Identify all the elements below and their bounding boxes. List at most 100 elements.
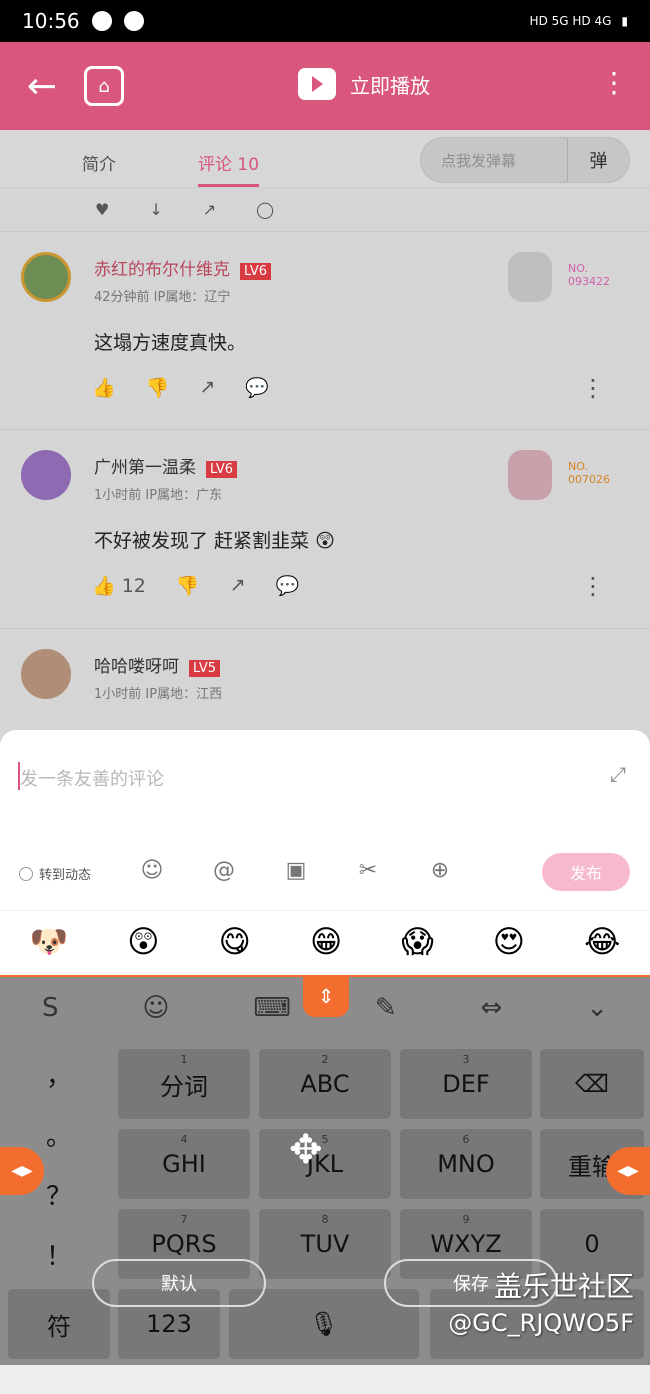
clock: 10:56 [22, 9, 80, 33]
danmaku-placeholder: 点我发弹幕 [441, 151, 517, 170]
symbol-key[interactable]: 符 [8, 1289, 110, 1359]
mention-icon[interactable]: @ [208, 854, 240, 886]
comment-actions: 👍 👎 ↗ 💬 [92, 376, 269, 399]
back-icon[interactable]: ← [0, 66, 84, 107]
dislike-icon[interactable]: 👎 [146, 376, 170, 399]
key-number: 6 [462, 1133, 470, 1146]
sticker-icon[interactable]: ✂ [352, 854, 384, 886]
dislike-icon[interactable]: 👎 [176, 574, 200, 597]
home-icon[interactable]: ⌂ [84, 66, 124, 106]
reply-icon[interactable]: 💬 [245, 376, 269, 399]
key-2[interactable]: 2 ABC [259, 1049, 391, 1119]
image-icon[interactable]: ▣ [280, 854, 312, 886]
tabs: 简介 评论 10 点我发弹幕 弹 [0, 130, 650, 188]
comment-user-name[interactable]: 哈哈喽呀呵 LV5 [94, 652, 220, 677]
comment-actions: 👍 12 👎 ↗ 💬 [92, 574, 299, 597]
share-icon[interactable]: ↗ [199, 376, 215, 399]
keyboard-logo-icon[interactable]: S [42, 993, 59, 1023]
play-now[interactable]: 立即播放 [298, 68, 430, 100]
key-label: PQRS [151, 1230, 217, 1258]
network-signals: HD 5G HD 4G [529, 14, 612, 28]
avatar[interactable] [21, 450, 71, 500]
share-icon[interactable]: ↗ [203, 200, 216, 219]
keyboard-resize-handle[interactable]: ⇕ [303, 975, 349, 1017]
number-value: 007026 [568, 473, 610, 486]
default-button[interactable]: 默认 [92, 1259, 266, 1307]
watermark: 盖乐世社区 @GC_RJQWO5F [448, 1265, 634, 1337]
radio-icon [19, 867, 33, 881]
battery-icon: ▮ [621, 14, 628, 28]
tab-comments[interactable]: 评论 10 [198, 150, 260, 187]
app-bar: ← ⌂ 立即播放 ⋮ [0, 42, 650, 130]
watermark-title: 盖乐世社区 [493, 1270, 634, 1303]
key-number: 1 [180, 1053, 188, 1066]
number-value: 093422 [568, 275, 610, 288]
key-number: 3 [462, 1053, 470, 1066]
like-count: 12 [121, 575, 146, 597]
avatar[interactable] [21, 252, 71, 302]
emoji-item[interactable]: 😱 [401, 924, 433, 960]
handwriting-icon[interactable]: ✎ [375, 993, 397, 1023]
more-menu-icon[interactable]: ⋮ [600, 66, 628, 99]
key-label: ABC [300, 1070, 350, 1098]
cursor-move-icon[interactable]: ⇔ [481, 993, 503, 1023]
danmaku-input[interactable]: 点我发弹幕 弹 [420, 137, 630, 183]
level-badge: LV6 [240, 263, 271, 280]
emoji-item[interactable]: 😋 [219, 924, 251, 960]
publish-button[interactable]: 发布 [542, 853, 630, 891]
emoji-item[interactable]: 😂 [584, 924, 620, 960]
key-label: GHI [162, 1150, 206, 1178]
key-3[interactable]: 3 DEF [400, 1049, 532, 1119]
emoji-item[interactable]: 😍 [493, 924, 525, 960]
comment-user-name[interactable]: 广州第一温柔 LV6 [94, 453, 237, 478]
play-now-label: 立即播放 [350, 73, 430, 98]
comment-more-icon[interactable]: ⋮ [581, 572, 605, 600]
like-icon[interactable]: ♥ [95, 200, 109, 219]
key-number: 5 [321, 1133, 329, 1146]
reply-icon[interactable]: ◯ [256, 200, 274, 219]
key-number: 2 [321, 1053, 329, 1066]
avatar[interactable] [21, 649, 71, 699]
keyboard-icon[interactable]: ⌨ [253, 993, 291, 1023]
user-name-text: 广州第一温柔 [94, 458, 196, 478]
key-5[interactable]: 5 JKL [259, 1129, 391, 1199]
tab-intro[interactable]: 简介 [82, 150, 116, 175]
reply-icon[interactable]: 💬 [275, 574, 299, 597]
emoji-item[interactable]: 😲 [127, 924, 159, 960]
user-badge-image [508, 450, 552, 500]
comment-card: 赤红的布尔什维克 LV6 42分钟前 IP属地：辽宁 NO. 093422 这塌方速… [0, 232, 650, 430]
level-badge: LV5 [189, 660, 220, 677]
danmaku-button[interactable]: 弹 [567, 138, 629, 182]
move-right-handle[interactable]: ◀▶ [606, 1147, 650, 1195]
key-label: DEF [442, 1070, 490, 1098]
key-1[interactable]: 1 分词 [118, 1049, 250, 1119]
key-6[interactable]: 6 MNO [400, 1129, 532, 1199]
emoji-item[interactable]: 🐶 [30, 923, 69, 960]
like-icon[interactable]: 👍 [92, 376, 116, 399]
number-label: NO. [568, 262, 588, 275]
system-bottom-bar [0, 1365, 650, 1394]
comment-text: 不好被发现了 赶紧割韭菜 😲 [94, 530, 335, 552]
key-number: 4 [180, 1133, 188, 1146]
repost-option[interactable]: 转到动态 [19, 864, 91, 883]
like-icon[interactable]: 👍 12 [92, 574, 146, 597]
emoji-item[interactable]: 😁 [310, 924, 342, 960]
dislike-icon[interactable]: ↓ [149, 200, 162, 219]
key-number: 7 [180, 1213, 188, 1226]
repost-label: 转到动态 [39, 868, 92, 883]
share-icon[interactable]: ↗ [230, 574, 246, 597]
add-icon[interactable]: ⊕ [424, 854, 456, 886]
comment-input[interactable]: 发一条友善的评论 [20, 765, 164, 791]
key-8[interactable]: 8 TUV [259, 1209, 391, 1279]
comment-more-icon[interactable]: ⋮ [581, 374, 605, 402]
comment-user-name[interactable]: 赤红的布尔什维克 LV6 [94, 255, 271, 280]
backspace-key[interactable]: ⌫ [540, 1049, 644, 1119]
emoji-icon[interactable]: ☺ [136, 854, 168, 886]
user-badge-image [508, 252, 552, 302]
emoji-keyboard-icon[interactable]: ☺ [142, 993, 169, 1023]
key-4[interactable]: 4 GHI [118, 1129, 250, 1199]
key-label: TUV [300, 1230, 350, 1258]
collapse-keyboard-icon[interactable]: ⌄ [586, 993, 608, 1023]
move-keyboard-icon[interactable]: ✥ [289, 1127, 323, 1173]
expand-icon[interactable]: ⤢ [610, 762, 626, 786]
